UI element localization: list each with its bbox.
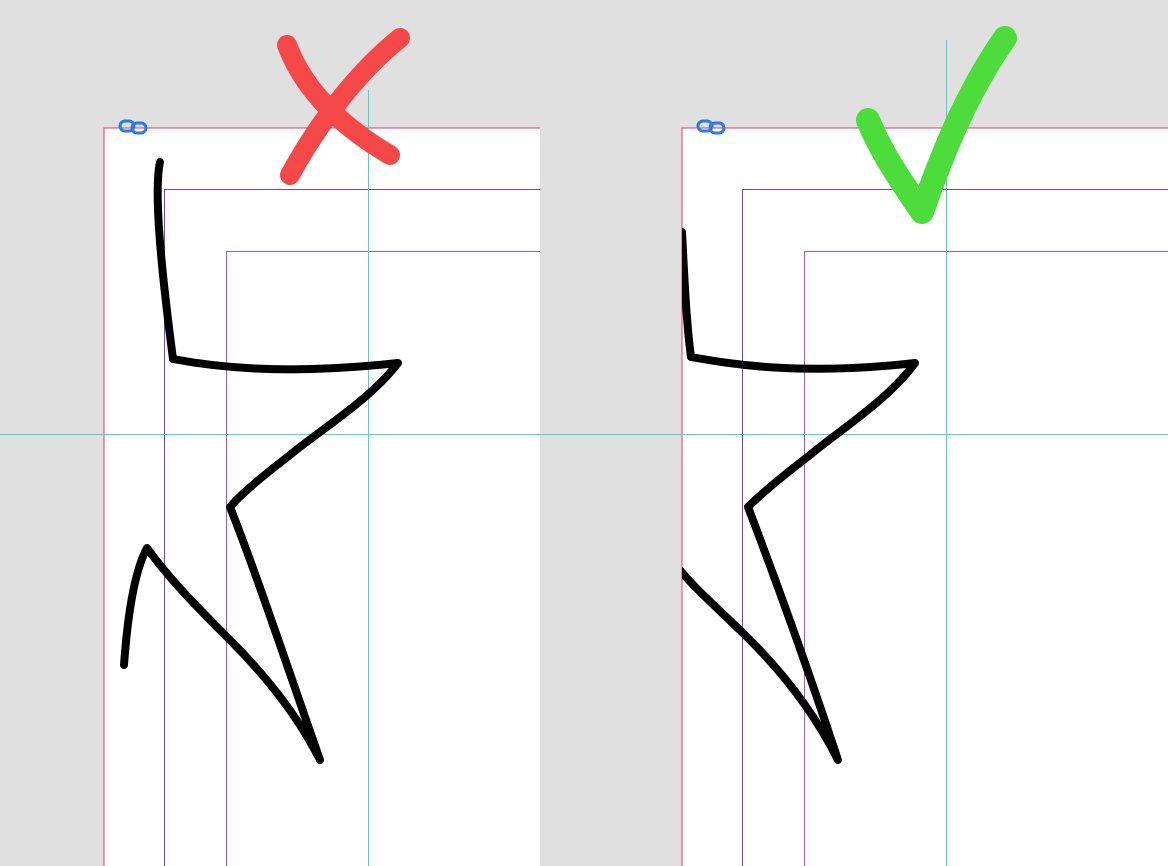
right-canvas xyxy=(540,0,1168,866)
left-panel-incorrect xyxy=(0,0,540,866)
comparison-stage xyxy=(0,0,1168,866)
right-panel-correct xyxy=(540,0,1168,866)
left-canvas xyxy=(0,28,540,866)
